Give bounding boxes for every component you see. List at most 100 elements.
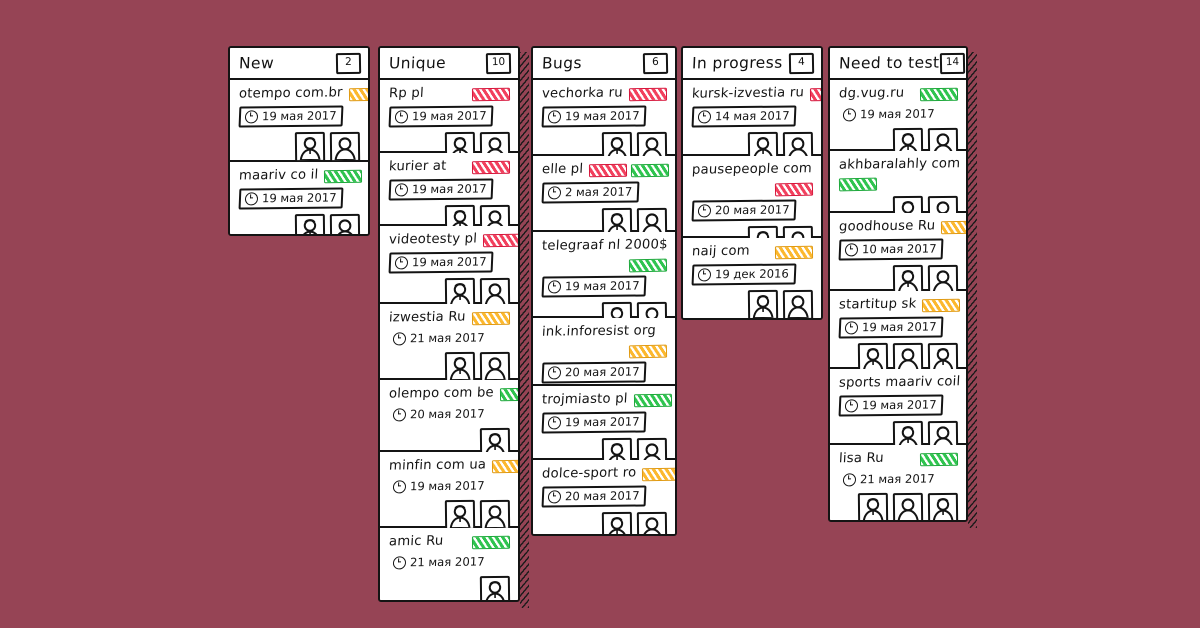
card-tag-row bbox=[838, 176, 958, 192]
kanban-card[interactable]: videotesty pl 19 мая 2017 bbox=[380, 226, 518, 309]
avatar[interactable] bbox=[294, 131, 326, 163]
avatar[interactable] bbox=[329, 131, 361, 163]
card-tag-red[interactable] bbox=[628, 87, 668, 102]
card-tag-red[interactable] bbox=[482, 233, 518, 248]
card-tag-orange[interactable] bbox=[941, 220, 966, 235]
card-tag-orange[interactable] bbox=[642, 467, 675, 482]
kanban-card[interactable]: Rp pl 19 мая 2017 bbox=[380, 80, 518, 163]
card-tag-green[interactable] bbox=[631, 163, 670, 178]
card-due-date[interactable]: 19 мая 2017 bbox=[541, 105, 647, 128]
avatar[interactable] bbox=[636, 511, 668, 534]
kanban-card[interactable]: telegraaf nl 2000$ 19 мая 2017 bbox=[533, 232, 675, 333]
column-header[interactable]: Bugs 6 bbox=[533, 48, 675, 80]
card-tag-green[interactable] bbox=[633, 393, 672, 408]
card-tag-orange[interactable] bbox=[628, 344, 668, 359]
card-due-date-text: 14 мая 2017 bbox=[714, 108, 790, 124]
card-due-date[interactable]: 19 мая 2017 bbox=[541, 275, 647, 298]
kanban-card[interactable]: kursk-izvestia ru 14 мая 2017 bbox=[683, 80, 821, 163]
kanban-card[interactable]: ink.inforesist org 20 мая 2017 bbox=[533, 318, 675, 419]
card-due-date[interactable]: 21 мая 2017 bbox=[389, 553, 490, 571]
avatar[interactable] bbox=[444, 499, 476, 531]
card-due-date[interactable]: 20 мая 2017 bbox=[389, 405, 490, 423]
card-tag-orange[interactable] bbox=[774, 245, 814, 260]
card-tag-red[interactable] bbox=[589, 163, 628, 178]
avatar[interactable] bbox=[782, 289, 814, 318]
kanban-card[interactable]: pausepeople com 20 мая 2017 bbox=[683, 156, 821, 257]
card-due-date[interactable]: 19 мая 2017 bbox=[388, 105, 494, 128]
column-header[interactable]: New 2 bbox=[230, 48, 368, 80]
kanban-card[interactable]: dolce-sport ro 20 мая 2017 bbox=[533, 460, 675, 534]
card-due-date[interactable]: 10 мая 2017 bbox=[838, 238, 944, 261]
card-due-date[interactable]: 19 мая 2017 bbox=[238, 187, 344, 210]
card-due-date[interactable]: 19 дек 2016 bbox=[691, 263, 797, 286]
kanban-card[interactable]: lisa Ru 21 мая 2017 bbox=[830, 445, 966, 520]
card-due-date[interactable]: 20 мая 2017 bbox=[541, 485, 647, 508]
card-tag-green[interactable] bbox=[919, 87, 959, 102]
column-header[interactable]: Need to test 14 bbox=[830, 48, 966, 80]
kanban-card[interactable]: dg.vug.ru 19 мая 2017 bbox=[830, 80, 966, 159]
card-tag-green[interactable] bbox=[919, 452, 959, 467]
card-due-date[interactable]: 2 мая 2017 bbox=[541, 181, 640, 204]
card-due-date[interactable]: 19 мая 2017 bbox=[838, 316, 944, 339]
kanban-card[interactable]: trojmiasto pl 19 мая 2017 bbox=[533, 386, 675, 469]
card-due-date[interactable]: 19 мая 2017 bbox=[838, 394, 944, 417]
clock-icon bbox=[697, 203, 712, 217]
card-tag-red[interactable] bbox=[471, 87, 511, 102]
card-tag-green[interactable] bbox=[838, 177, 878, 192]
kanban-card[interactable]: minfin com ua 19 мая 2017 bbox=[380, 452, 518, 531]
card-due-date[interactable]: 21 мая 2017 bbox=[839, 470, 940, 488]
kanban-card[interactable]: vechorka ru 19 мая 2017 bbox=[533, 80, 675, 163]
card-tag-orange[interactable] bbox=[471, 311, 511, 326]
card-tag-orange[interactable] bbox=[348, 87, 368, 102]
card-tag-green[interactable] bbox=[471, 535, 511, 550]
card-assignee-avatars bbox=[542, 511, 668, 534]
card-due-date[interactable]: 20 мая 2017 bbox=[691, 199, 797, 222]
avatar[interactable] bbox=[927, 492, 959, 520]
kanban-card[interactable]: sports maariv coil 19 мая 2017 bbox=[830, 369, 968, 452]
card-tag-red[interactable] bbox=[774, 182, 814, 197]
card-tag-red[interactable] bbox=[809, 87, 821, 102]
card-due-date[interactable]: 19 мая 2017 bbox=[541, 411, 647, 434]
card-tag-green[interactable] bbox=[324, 169, 363, 184]
kanban-card[interactable]: otempo com.br 19 мая 2017 bbox=[230, 80, 368, 163]
kanban-card[interactable]: startitup sk 19 мая 2017 bbox=[830, 291, 966, 374]
kanban-card[interactable]: goodhouse Ru 10 мая 2017 bbox=[830, 213, 966, 296]
card-tag-orange[interactable] bbox=[492, 459, 518, 474]
card-date-row: 21 мая 2017 bbox=[839, 471, 958, 488]
avatar[interactable] bbox=[294, 213, 326, 234]
card-due-date[interactable]: 19 мая 2017 bbox=[388, 178, 494, 201]
avatar[interactable] bbox=[479, 499, 511, 531]
card-due-date[interactable]: 14 мая 2017 bbox=[691, 105, 797, 128]
avatar[interactable] bbox=[857, 492, 889, 520]
avatar[interactable] bbox=[601, 511, 633, 534]
kanban-card[interactable]: izwestia Ru 21 мая 2017 bbox=[380, 304, 518, 383]
avatar[interactable] bbox=[747, 289, 779, 318]
card-due-date[interactable]: 19 мая 2017 bbox=[238, 105, 344, 128]
avatar[interactable] bbox=[479, 575, 511, 600]
kanban-card[interactable]: maariv co il 19 мая 2017 bbox=[230, 162, 368, 234]
card-tag-green[interactable] bbox=[966, 377, 968, 391]
card-tag-green[interactable] bbox=[628, 258, 668, 273]
column-title: Bugs bbox=[541, 54, 583, 73]
avatar[interactable] bbox=[329, 213, 361, 234]
card-tag-orange[interactable] bbox=[922, 298, 961, 313]
card-tag-green[interactable] bbox=[499, 387, 518, 402]
kanban-card[interactable]: olempo com be 20 мая 2017 bbox=[380, 380, 518, 459]
column-header[interactable]: Unique 10 bbox=[380, 48, 518, 80]
card-due-date[interactable]: 19 мая 2017 bbox=[389, 477, 490, 495]
kanban-card[interactable]: kurier at 19 мая 2017 bbox=[380, 153, 518, 236]
card-due-date[interactable]: 19 мая 2017 bbox=[839, 105, 940, 123]
avatar[interactable] bbox=[892, 492, 924, 520]
kanban-card[interactable]: naij com 19 дек 2016 bbox=[683, 238, 821, 318]
card-due-date[interactable]: 19 мая 2017 bbox=[388, 251, 494, 274]
card-due-date[interactable]: 20 мая 2017 bbox=[541, 361, 647, 384]
kanban-card[interactable]: amic Ru 21 мая 2017 bbox=[380, 528, 518, 600]
kanban-column: Unique 10 Rp pl 19 мая 2017 kurier at 19 мая … bbox=[378, 46, 529, 608]
avatar[interactable] bbox=[444, 351, 476, 383]
kanban-card[interactable]: akhbaralahly com bbox=[830, 151, 966, 227]
column-header[interactable]: In progress 4 bbox=[683, 48, 821, 80]
kanban-card[interactable]: elle pl 2 мая 2017 bbox=[533, 156, 675, 239]
card-tag-red[interactable] bbox=[471, 160, 511, 175]
avatar[interactable] bbox=[479, 351, 511, 383]
card-due-date[interactable]: 21 мая 2017 bbox=[389, 329, 490, 347]
